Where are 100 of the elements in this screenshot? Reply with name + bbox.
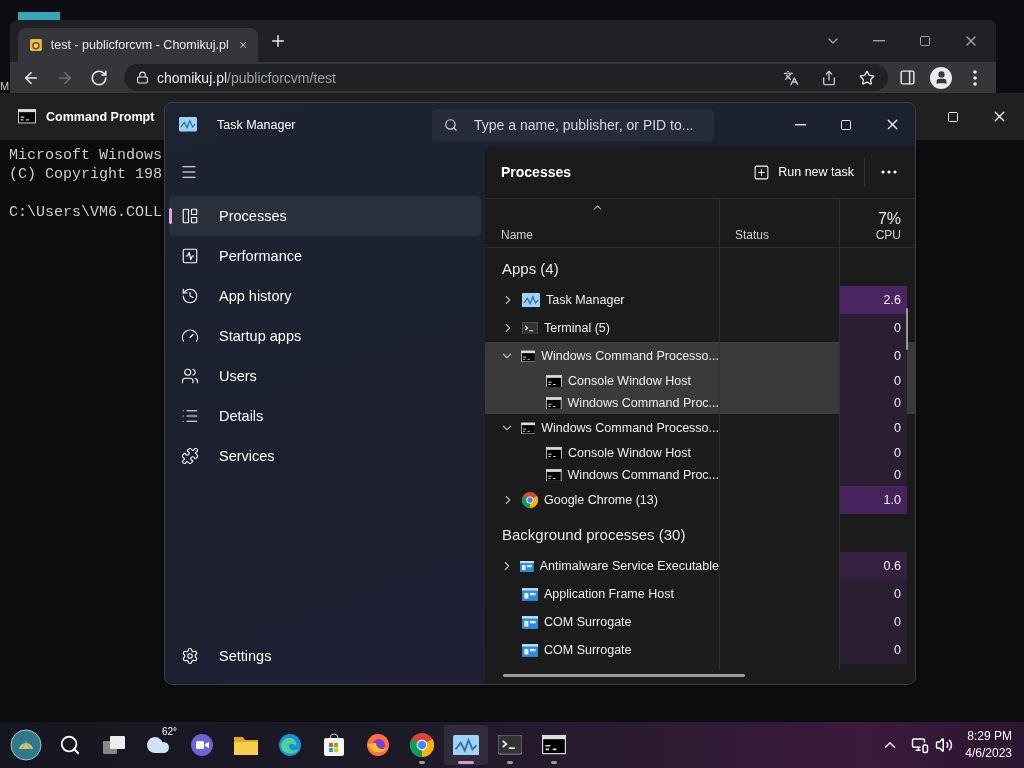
tab-title: test - publicforcvm - Chomikuj.pl xyxy=(50,38,229,52)
process-name: Application Frame Host xyxy=(544,587,674,601)
cpu-cell: 0 xyxy=(839,580,907,608)
nav-item[interactable]: Performance xyxy=(169,236,481,276)
nav-item[interactable]: Details xyxy=(169,396,481,436)
avatar-icon xyxy=(930,66,952,89)
nav-item[interactable]: App history xyxy=(169,276,481,316)
browser-tab[interactable]: test - publicforcvm - Chomikuj.pl xyxy=(18,28,258,62)
favicon-icon xyxy=(30,37,42,53)
video-chat-icon xyxy=(190,733,214,757)
bag-icon xyxy=(323,733,345,757)
settings-icon xyxy=(181,647,199,665)
process-name: Task Manager xyxy=(546,293,625,307)
process-name: Console Window Host xyxy=(568,446,691,460)
cpu-total: 7% xyxy=(877,210,901,228)
process-name: Windows Command Proc... xyxy=(567,396,719,410)
app-window-icon xyxy=(520,559,534,573)
console-icon xyxy=(520,349,536,363)
maximize-icon xyxy=(947,110,959,123)
side-panel-icon xyxy=(898,69,916,86)
cpu-cell: 0 xyxy=(839,442,907,464)
taskbar-button[interactable] xyxy=(444,725,488,765)
desktop-text: M xyxy=(0,81,10,92)
column-header[interactable]: Name xyxy=(501,228,533,242)
history-icon xyxy=(181,287,199,305)
column-header[interactable]: CPU xyxy=(875,228,901,242)
browser-icon xyxy=(410,733,434,757)
taskbar-button[interactable]: 62° xyxy=(136,725,180,765)
share-icon xyxy=(821,69,837,86)
console-icon xyxy=(18,109,36,124)
chart-icon xyxy=(179,117,197,132)
minimize-icon xyxy=(794,123,806,126)
ellipsis-icon xyxy=(881,170,897,174)
terminal-icon xyxy=(498,735,522,755)
gauge-icon xyxy=(181,327,199,345)
group-title: Apps (4) xyxy=(501,259,560,277)
nav-item[interactable]: Startup apps xyxy=(169,316,481,356)
cpu-cell: 1.0 xyxy=(839,486,907,514)
lock-icon xyxy=(136,71,149,84)
nav-item[interactable]: Processes xyxy=(169,196,481,236)
group-title: Background processes (30) xyxy=(501,525,687,543)
folder-icon xyxy=(233,734,259,756)
process-row[interactable]: Console Window Host 0 xyxy=(485,370,915,392)
cpu-cell: 0 xyxy=(839,392,907,414)
process-name: Windows Command Processo... xyxy=(541,421,719,435)
page-title: Processes xyxy=(501,164,573,180)
column-header[interactable]: Status xyxy=(735,228,770,242)
maximize-icon xyxy=(919,35,931,47)
settings-item[interactable]: Settings xyxy=(169,636,481,676)
app-window-icon xyxy=(522,643,538,657)
url-text: chomikuj.pl/publicforcvm/test xyxy=(157,69,337,86)
chart-icon xyxy=(522,292,540,308)
translate-icon xyxy=(783,69,799,86)
console-icon xyxy=(546,396,562,410)
wave-icon xyxy=(278,733,302,757)
search-field[interactable]: Type a name, publisher, or PID to... xyxy=(432,108,714,141)
cpu-cell: 0 xyxy=(839,464,907,486)
volume-icon xyxy=(935,736,954,754)
process-name: Antimalware Service Executable xyxy=(539,559,719,573)
console-line: Microsoft Windows xyxy=(9,146,163,165)
kebab-icon xyxy=(973,69,977,86)
cpu-cell: 0 xyxy=(839,314,907,342)
search-icon xyxy=(59,734,81,756)
run-task-button[interactable]: Run new task xyxy=(743,157,865,187)
process-row[interactable]: Windows Command Processo... 0 xyxy=(485,342,915,370)
reload-icon xyxy=(90,68,108,87)
cpu-cell: 0 xyxy=(839,342,907,370)
chart-icon xyxy=(453,734,479,756)
cpu-cell: 0 xyxy=(839,636,907,664)
nav-item[interactable]: Users xyxy=(169,356,481,396)
nav-item[interactable]: Services xyxy=(169,436,481,476)
process-name: Terminal (5) xyxy=(544,321,610,335)
scrollbar[interactable] xyxy=(503,674,745,677)
plus-icon xyxy=(269,32,287,50)
clock[interactable]: 8:29 PM 4/6/2023 xyxy=(959,728,1016,762)
menu-icon xyxy=(180,163,198,181)
cpu-cell: 0.6 xyxy=(839,552,907,580)
network-icon xyxy=(911,736,930,754)
address-bar[interactable]: chomikuj.pl/publicforcvm/test xyxy=(124,64,888,91)
activity-icon xyxy=(181,247,199,265)
globe-icon xyxy=(10,729,42,761)
search-icon xyxy=(444,117,458,132)
window-title: Command Prompt xyxy=(46,109,155,124)
windows-icon xyxy=(102,735,126,755)
scrollbar[interactable] xyxy=(906,308,908,350)
terminal-icon xyxy=(522,321,538,335)
app-window-icon xyxy=(522,615,538,629)
window-title: Task Manager xyxy=(217,117,297,132)
console-line: (C) Copyright 198 xyxy=(9,165,163,184)
minimize-icon xyxy=(873,40,885,42)
fox-globe-icon xyxy=(366,733,390,757)
temperature: 62° xyxy=(161,726,177,737)
process-name: Windows Command Processo... xyxy=(541,349,719,363)
process-name: Google Chrome (13) xyxy=(544,493,658,507)
cpu-cell: 2.6 xyxy=(839,286,907,314)
console-icon xyxy=(546,446,562,460)
process-row[interactable]: Windows Command Proc... 0 xyxy=(485,392,915,414)
process-name: Console Window Host xyxy=(568,374,691,388)
maximize-icon xyxy=(840,118,852,131)
cpu-cell: 0 xyxy=(839,608,907,636)
